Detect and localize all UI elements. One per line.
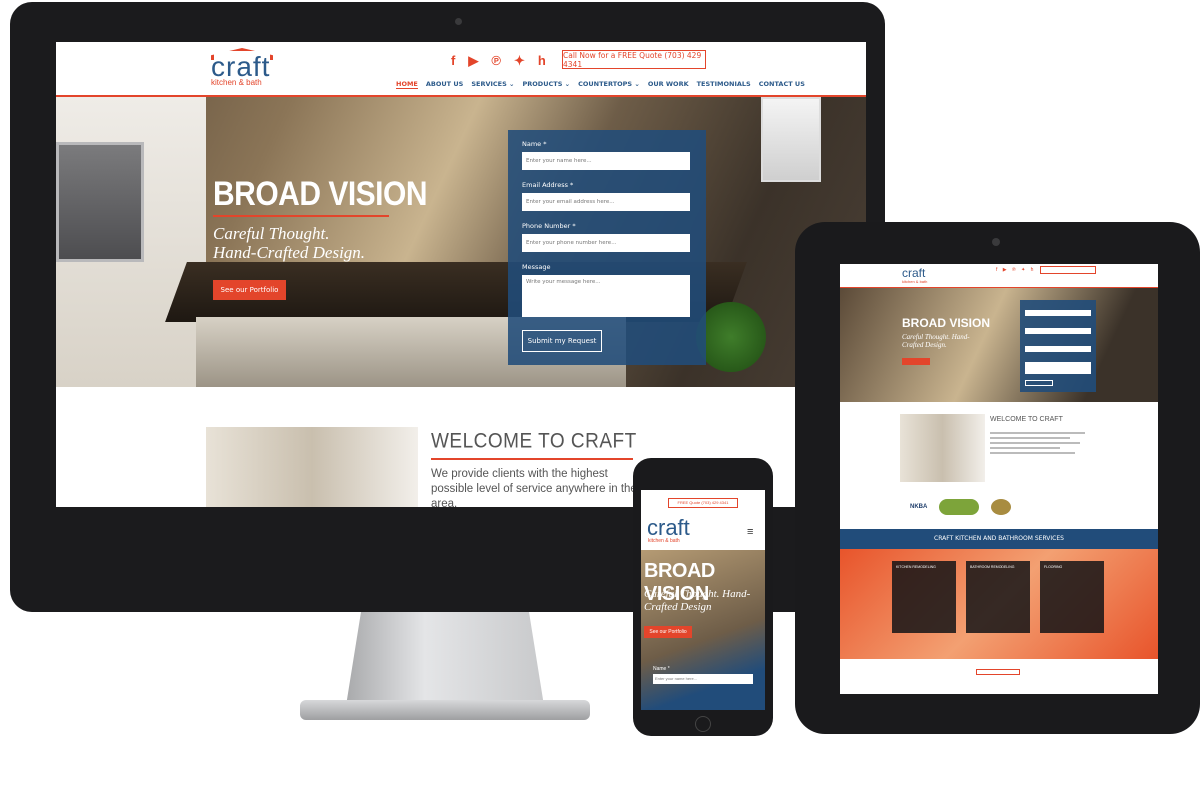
phone-device: FREE Quote (703) 429 4341 craft kitchen … (633, 458, 773, 736)
phone-portfolio-button[interactable]: See our Portfolio (644, 626, 692, 638)
tablet-phone-input[interactable] (1025, 346, 1091, 352)
name-input[interactable]: Enter your name here... (522, 152, 690, 170)
site-header: craft kitchen & bath f ▶ ℗ ✦ h Call Now … (56, 42, 866, 97)
craft-logo[interactable]: craft kitchen & bath (211, 48, 291, 87)
name-label: Name * (522, 140, 547, 148)
tablet-welcome-text (990, 432, 1090, 457)
nav-testimonials[interactable]: TESTIMONIALS (697, 80, 751, 89)
tablet-call-button[interactable] (1040, 266, 1096, 274)
nav-our-work[interactable]: OUR WORK (648, 80, 689, 89)
tablet-welcome-title: WELCOME TO CRAFT (990, 416, 1063, 423)
tablet-email-input[interactable] (1025, 328, 1091, 334)
device-mockup-stage: craft kitchen & bath f ▶ ℗ ✦ h Call Now … (0, 0, 1201, 787)
hero-window-image (761, 97, 821, 182)
nkba-logo: NKBA (910, 504, 928, 510)
tablet-portfolio-button[interactable] (902, 358, 930, 365)
tablet-submit-button[interactable] (1025, 380, 1053, 386)
email-label: Email Address * (522, 181, 574, 189)
message-textarea[interactable]: Write your message here... (522, 275, 690, 317)
hero-subtitle-line2: Hand-Crafted Design. (213, 243, 366, 262)
hero-divider (213, 215, 389, 217)
tablet-name-input[interactable] (1025, 310, 1091, 316)
nav-about-us[interactable]: ABOUT US (426, 80, 463, 89)
seal-logo (991, 499, 1012, 515)
welcome-kitchen-image (206, 427, 418, 507)
desktop-screen: craft kitchen & bath f ▶ ℗ ✦ h Call Now … (56, 42, 866, 507)
phone-logo-subtitle: kitchen & bath (648, 538, 680, 544)
phone-hero: BROAD VISION Careful Thought. Hand-Craft… (641, 550, 765, 710)
award-badge-logo (939, 499, 980, 515)
phone-logo[interactable]: craft (647, 517, 690, 539)
email-input[interactable]: Enter your email address here... (522, 193, 690, 211)
hero-section: BROAD VISION Careful Thought. Hand-Craft… (56, 97, 866, 387)
tablet-device: craft kitchen & bath f ▶ ℗ ✦ h BROAD VIS… (795, 222, 1200, 734)
tablet-hero-subtitle: Careful Thought. Hand-Crafted Design. (902, 333, 970, 349)
tablet-partner-logos: NKBA (910, 499, 1012, 515)
imac-camera (455, 18, 462, 25)
twitter-icon[interactable]: ✦ (514, 53, 525, 69)
tablet-screen: craft kitchen & bath f ▶ ℗ ✦ h BROAD VIS… (840, 264, 1158, 694)
tablet-logo-subtitle: kitchen & bath (902, 279, 928, 284)
phone-input[interactable]: Enter your phone number here... (522, 234, 690, 252)
facebook-icon[interactable]: f (451, 53, 455, 69)
phone-name-label: Name * (653, 666, 670, 672)
nav-contact-us[interactable]: CONTACT US (759, 80, 805, 89)
roof-icon (211, 48, 273, 60)
social-links: f ▶ ℗ ✦ h (451, 53, 546, 69)
imac-stand-foot (300, 700, 590, 720)
tablet-camera (992, 238, 1000, 246)
tablet-header: craft kitchen & bath f ▶ ℗ ✦ h (840, 264, 1158, 288)
hero-plant-image (696, 302, 766, 372)
pinterest-icon[interactable]: ℗ (491, 53, 501, 69)
phone-label: Phone Number * (522, 222, 576, 230)
logo-subtitle: kitchen & bath (211, 78, 262, 87)
youtube-icon[interactable]: ▶ (468, 53, 478, 69)
submit-request-button[interactable]: Submit my Request (522, 330, 602, 352)
hero-title: BROAD VISION (213, 175, 428, 213)
service-card-flooring[interactable]: FLOORING (1040, 561, 1104, 633)
service-card-bathroom[interactable]: BATHROOM REMODELING (966, 561, 1030, 633)
tablet-quote-form (1020, 300, 1096, 392)
nav-countertops[interactable]: COUNTERTOPS ⌄ (578, 80, 640, 89)
phone-hero-subtitle: Careful Thought. Hand-Crafted Design (644, 588, 751, 613)
tablet-services-section: KITCHEN REMODELING BATHROOM REMODELING F… (840, 549, 1158, 659)
tablet-services-heading: CRAFT KITCHEN AND BATHROOM SERVICES (840, 529, 1158, 549)
tablet-logo[interactable]: craft (902, 266, 925, 280)
houzz-icon[interactable]: h (538, 53, 546, 69)
hero-oven-image (56, 142, 144, 262)
tablet-hero: BROAD VISION Careful Thought. Hand-Craft… (840, 288, 1158, 402)
phone-name-input[interactable]: Enter your name here... (653, 674, 753, 684)
hero-subtitle: Careful Thought. Hand-Crafted Design. (213, 224, 403, 262)
welcome-text: We provide clients with the highest poss… (431, 468, 637, 507)
nav-home[interactable]: HOME (396, 80, 418, 89)
quote-form: Name * Enter your name here... Email Add… (508, 130, 706, 365)
portfolio-button[interactable]: See our Portfolio (213, 280, 286, 300)
phone-cta-button[interactable]: FREE Quote (703) 429 4341 (668, 498, 738, 508)
service-card-kitchen[interactable]: KITCHEN REMODELING (892, 561, 956, 633)
tablet-social-icons: f ▶ ℗ ✦ h (996, 267, 1036, 273)
phone-screen: FREE Quote (703) 429 4341 craft kitchen … (641, 490, 765, 710)
hamburger-menu-icon[interactable]: ≡ (747, 526, 753, 538)
tablet-hero-title: BROAD VISION (902, 316, 991, 330)
tablet-more-button[interactable] (976, 669, 1020, 675)
message-label: Message (522, 263, 551, 271)
call-now-button[interactable]: Call Now for a FREE Quote (703) 429 4341 (562, 50, 706, 69)
main-nav: HOME ABOUT US SERVICES ⌄ PRODUCTS ⌄ COUN… (396, 80, 805, 89)
imac-stand-neck (345, 612, 545, 712)
nav-services[interactable]: SERVICES ⌄ (471, 80, 514, 89)
nav-products[interactable]: PRODUCTS ⌄ (523, 80, 571, 89)
welcome-title: WELCOME TO CRAFT (431, 430, 637, 454)
hero-subtitle-line1: Careful Thought. (213, 224, 330, 243)
tablet-welcome-image (900, 414, 985, 482)
tablet-message-input[interactable] (1025, 362, 1091, 374)
phone-home-button[interactable] (695, 716, 711, 732)
welcome-divider (431, 458, 633, 460)
